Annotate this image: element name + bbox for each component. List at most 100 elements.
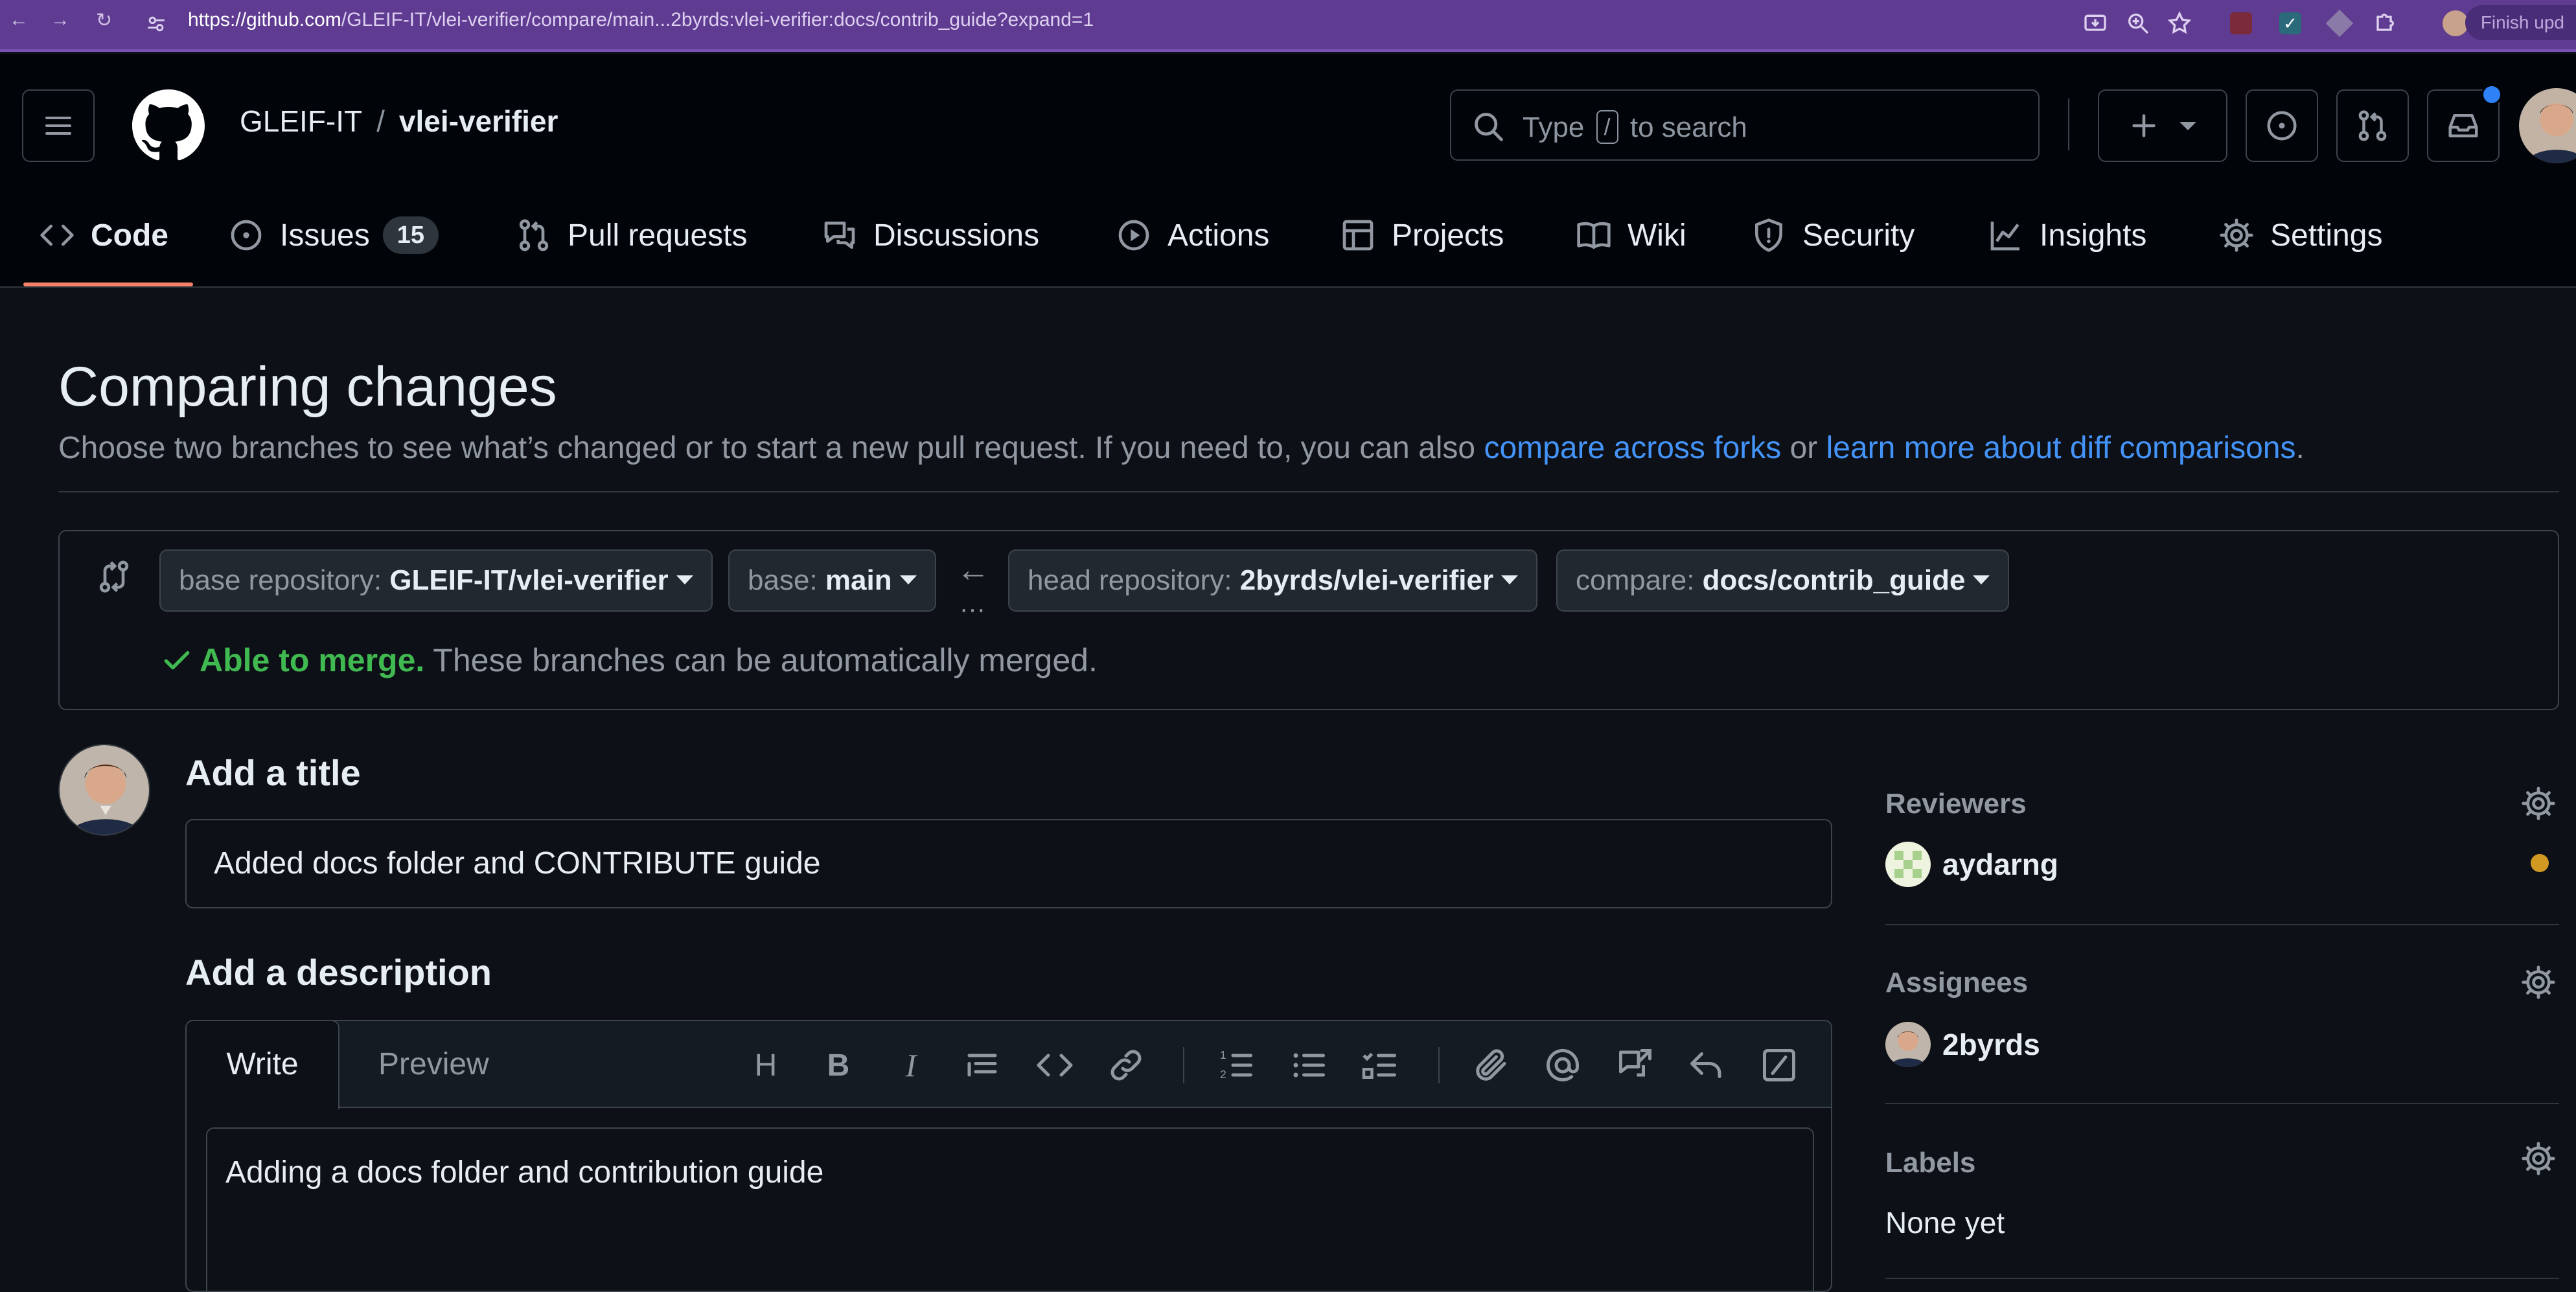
link-icon[interactable] — [1107, 1046, 1145, 1085]
cross-reference-icon[interactable] — [1616, 1046, 1655, 1085]
merge-status: Able to merge. These branches can be aut… — [161, 641, 1098, 679]
repo-name-link[interactable]: vlei-verifier — [399, 104, 558, 138]
head-repository-select[interactable]: head repository: 2byrds/vlei-verifier — [1008, 549, 1538, 612]
subtitle-or: or — [1781, 431, 1826, 465]
tab-wiki[interactable]: Wiki — [1576, 206, 1686, 264]
reviewers-gear-icon[interactable] — [2520, 785, 2557, 822]
divider — [58, 491, 2559, 492]
zoom-icon[interactable] — [2125, 10, 2151, 36]
search-input[interactable]: Type / to search — [1450, 89, 2040, 161]
git-pull-request-icon — [2358, 110, 2387, 141]
description-textarea[interactable]: Adding a docs folder and contribution gu… — [206, 1127, 1814, 1291]
tab-pull-requests-label: Pull requests — [568, 218, 748, 253]
bookmark-star-icon[interactable] — [2167, 10, 2192, 36]
base-repository-select[interactable]: base repository: GLEIF-IT/vlei-verifier — [159, 549, 713, 612]
pull-requests-button[interactable] — [2336, 89, 2409, 162]
bold-icon[interactable]: B — [819, 1046, 858, 1085]
base-branch-select[interactable]: base: main — [728, 549, 936, 612]
learn-diff-link[interactable]: learn more about diff comparisons — [1826, 431, 2296, 465]
paperclip-icon[interactable] — [1472, 1046, 1511, 1085]
site-settings-icon[interactable] — [145, 13, 167, 35]
labels-gear-icon[interactable] — [2520, 1140, 2557, 1177]
base-branch-label: base: — [748, 564, 818, 596]
code-icon[interactable] — [1035, 1046, 1074, 1085]
head-repository-label: head repository: — [1028, 564, 1232, 596]
issues-button[interactable] — [2246, 89, 2318, 162]
tab-pull-requests[interactable]: Pull requests — [516, 206, 747, 264]
compare-forks-link[interactable]: compare across forks — [1484, 431, 1781, 465]
hamburger-icon — [45, 117, 71, 135]
comment-discussion-icon — [824, 222, 855, 249]
slash-command-icon[interactable] — [1760, 1046, 1799, 1085]
toolbar-divider — [1438, 1047, 1440, 1083]
notification-dot — [2481, 84, 2502, 105]
back-icon[interactable]: ← — [9, 9, 29, 31]
subtitle-text: Choose two branches to see what’s change… — [58, 431, 1484, 465]
ordered-list-icon[interactable]: 12 — [1217, 1046, 1256, 1085]
tab-write[interactable]: Write — [187, 1021, 339, 1109]
issue-opened-icon — [2267, 111, 2297, 141]
assignees-gear-icon[interactable] — [2520, 964, 2557, 1000]
task-list-icon[interactable] — [1361, 1046, 1399, 1085]
tab-security[interactable]: Security — [1751, 206, 1915, 264]
tab-code[interactable]: Code — [39, 206, 168, 264]
unordered-list-icon[interactable] — [1289, 1046, 1328, 1085]
subtitle-end: . — [2295, 431, 2305, 465]
labels-label: Labels — [1885, 1147, 1976, 1179]
extension-icon[interactable] — [2230, 12, 2252, 34]
search-placeholder-prefix: Type — [1523, 111, 1585, 143]
heading-icon[interactable]: H — [746, 1046, 785, 1085]
address-bar[interactable]: https://github.com/GLEIF-IT/vlei-verifie… — [188, 9, 1094, 31]
reviewers-label: Reviewers — [1885, 788, 2027, 820]
mention-icon[interactable] — [1543, 1046, 1582, 1085]
head-repository-value: 2byrds/vlei-verifier — [1239, 564, 1494, 596]
reply-icon[interactable] — [1687, 1046, 1726, 1085]
title-input[interactable]: Added docs folder and CONTRIBUTE guide — [185, 819, 1832, 908]
play-icon — [1118, 220, 1149, 251]
repo-owner-link[interactable]: GLEIF-IT — [240, 104, 362, 138]
tab-actions-label: Actions — [1167, 218, 1270, 253]
italic-icon[interactable]: I — [891, 1046, 930, 1085]
extension-diamond-icon[interactable] — [2325, 9, 2354, 38]
forward-icon[interactable]: → — [51, 9, 70, 31]
extension-check-icon[interactable]: ✓ — [2279, 12, 2301, 34]
tab-settings[interactable]: Settings — [2218, 206, 2382, 264]
extensions-puzzle-icon[interactable] — [2371, 10, 2397, 36]
url-host: https://github.com — [188, 9, 341, 30]
url-path: /GLEIF-IT/vlei-verifier/compare/main...2… — [341, 9, 1094, 30]
tab-projects[interactable]: Projects — [1340, 206, 1504, 264]
search-placeholder: Type / to search — [1523, 110, 1747, 144]
breadcrumb-separator: / — [376, 104, 385, 138]
compare-branch-select[interactable]: compare: docs/contrib_guide — [1556, 549, 2010, 612]
github-logo-icon[interactable] — [132, 89, 205, 162]
sidebar-divider — [1885, 1278, 2559, 1279]
profile-avatar-icon[interactable] — [2443, 10, 2468, 36]
reviewer-item[interactable]: aydarng — [1885, 841, 2058, 888]
reviewer-avatar — [1885, 842, 1931, 887]
tab-discussions[interactable]: Discussions — [822, 206, 1039, 264]
sidebar-divider — [1885, 924, 2559, 925]
shield-icon — [1755, 218, 1782, 252]
browser-toolbar: ← → ↻ https://github.com/GLEIF-IT/vlei-v… — [0, 0, 2576, 52]
assignee-item[interactable]: 2byrds — [1885, 1021, 2040, 1068]
base-branch-value: main — [825, 564, 892, 596]
tab-issues[interactable]: Issues 15 — [228, 206, 439, 264]
menu-button[interactable] — [22, 89, 95, 162]
git-compare-icon — [99, 560, 129, 593]
chevron-down-icon — [676, 575, 693, 584]
quote-icon[interactable] — [963, 1046, 1002, 1085]
tab-insights[interactable]: Insights — [1988, 206, 2146, 264]
assignee-avatar-image — [1885, 1022, 1931, 1067]
author-avatar-image — [60, 745, 149, 835]
tab-preview[interactable]: Preview — [378, 1021, 489, 1108]
toolbar-divider — [1183, 1047, 1184, 1083]
finish-update-button[interactable]: Finish upd — [2465, 5, 2576, 40]
active-tab-indicator — [23, 283, 193, 286]
markdown-editor: Write Preview H B I 12 Adding a docs fol… — [185, 1020, 1832, 1292]
assignee-avatar — [1885, 1022, 1931, 1067]
ellipsis-icon: ··· — [960, 595, 985, 623]
install-app-icon[interactable] — [2082, 10, 2108, 36]
tab-actions[interactable]: Actions — [1116, 206, 1269, 264]
reload-icon[interactable]: ↻ — [96, 9, 112, 32]
create-new-button[interactable] — [2098, 89, 2227, 162]
